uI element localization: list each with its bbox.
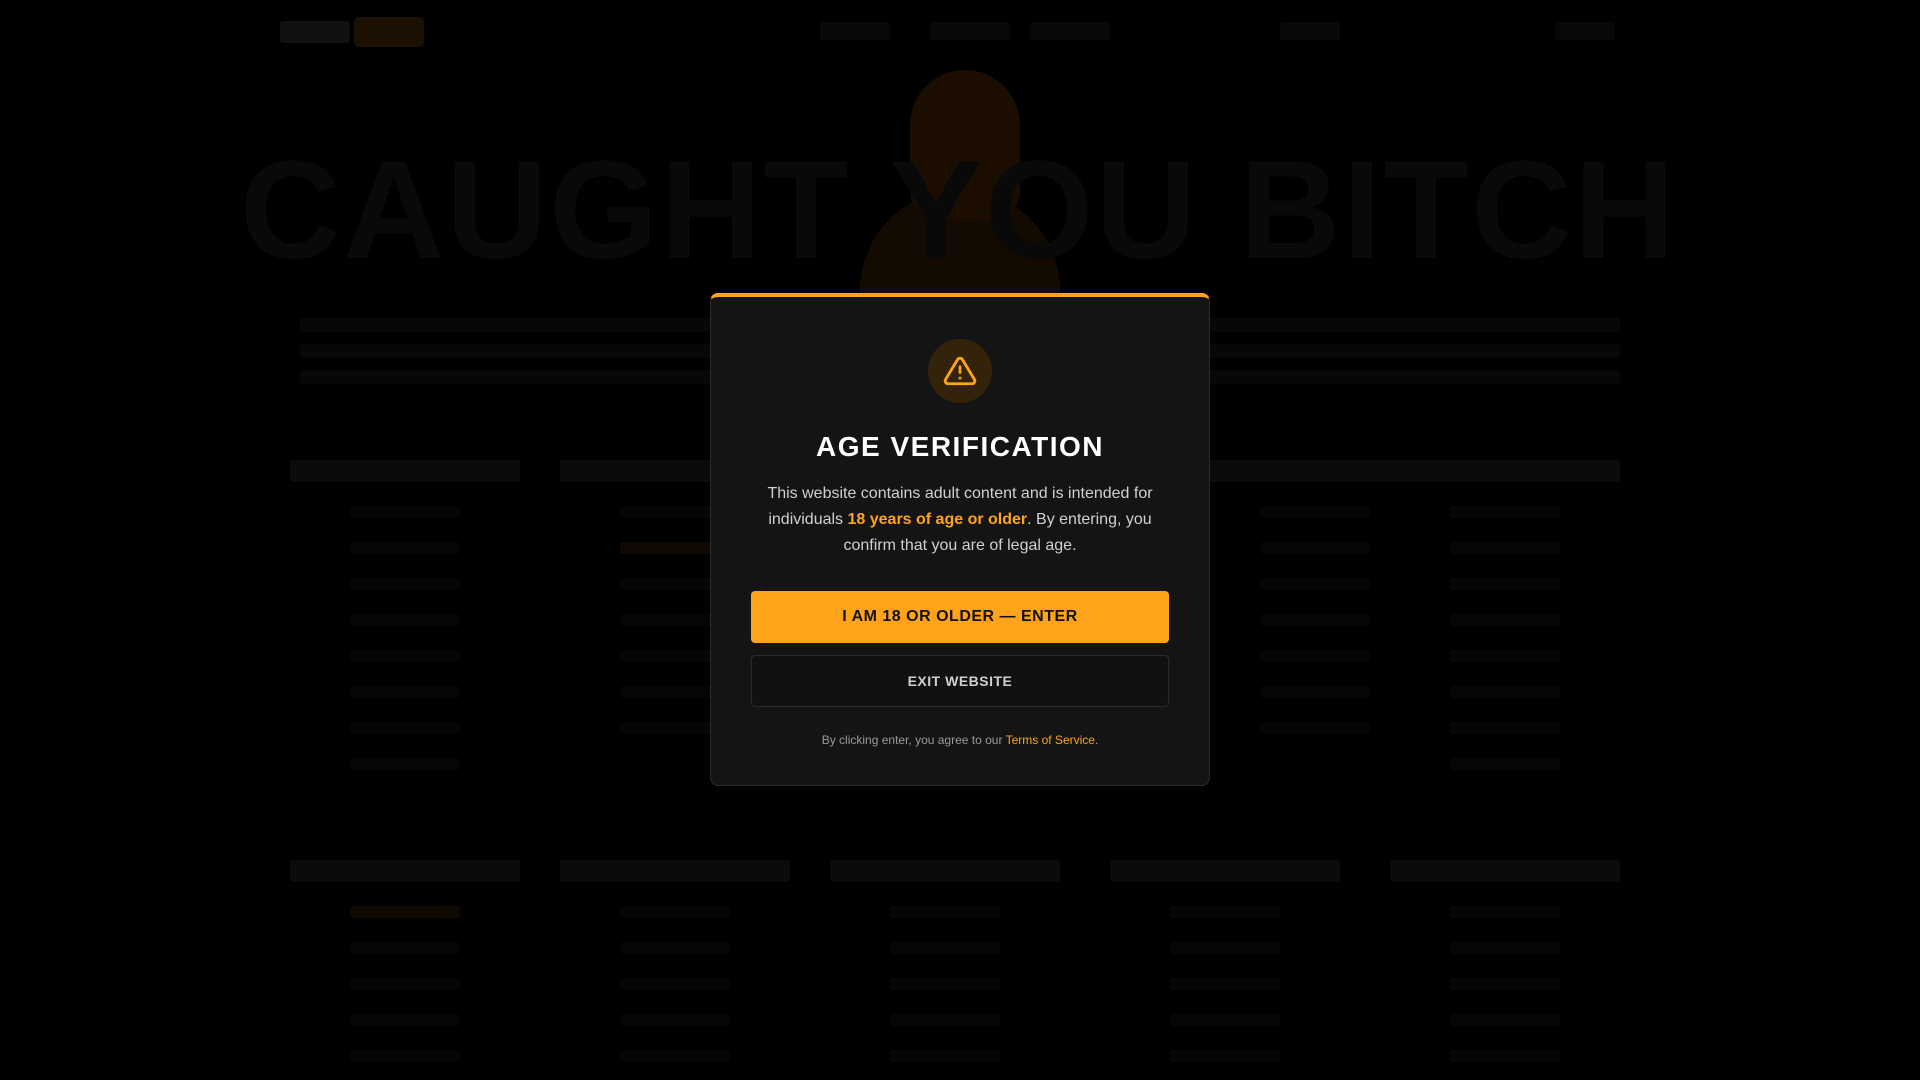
warning-icon-badge <box>928 339 992 403</box>
warning-triangle-icon <box>943 356 977 386</box>
modal-description: This website contains adult content and … <box>750 481 1170 559</box>
terms-text: By clicking enter, you agree to our <box>821 733 1006 747</box>
enter-button[interactable]: I AM 18 OR OLDER — ENTER <box>751 591 1169 643</box>
terms-notice: By clicking enter, you agree to our Term… <box>711 733 1209 747</box>
terms-of-service-link[interactable]: Terms of Service <box>1006 733 1095 747</box>
exit-website-button[interactable]: EXIT WEBSITE <box>751 655 1169 707</box>
age-verification-modal: AGE VERIFICATION This website contains a… <box>710 293 1210 786</box>
modal-title: AGE VERIFICATION <box>816 431 1104 462</box>
age-requirement-highlight: 18 years of age or older <box>847 511 1028 528</box>
terms-text-end: . <box>1094 733 1099 747</box>
